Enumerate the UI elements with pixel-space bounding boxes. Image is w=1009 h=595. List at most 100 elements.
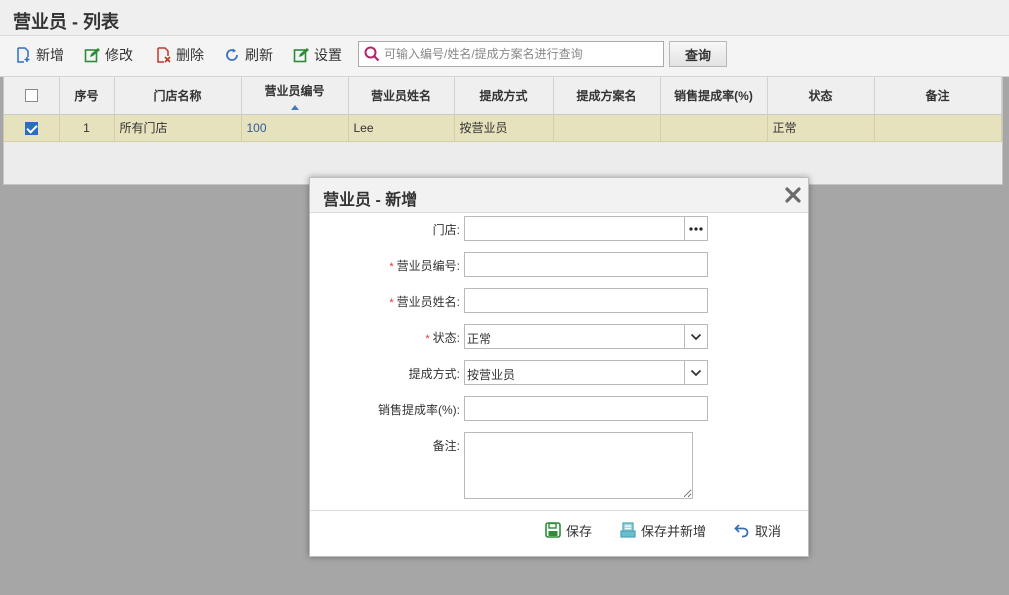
select-all-checkbox[interactable] [24, 89, 38, 103]
col-header-store[interactable]: 门店名称 [114, 77, 242, 115]
cell-method: 按营业员 [454, 114, 554, 142]
add-button[interactable]: 新增 [15, 44, 64, 66]
method-label: 提成方式: [408, 367, 460, 381]
edit-icon [84, 48, 100, 63]
method-select-value: 按营业员 [467, 368, 516, 382]
code-label-text: 营业员编号: [396, 259, 460, 273]
name-label-text: 营业员姓名: [396, 295, 460, 309]
method-dropdown-button[interactable] [684, 361, 707, 384]
col-header-code[interactable]: 营业员编号 [241, 77, 349, 115]
page-title: 营业员 - 列表 [13, 12, 119, 32]
cancel-button[interactable]: 取消 [734, 520, 781, 540]
search-box[interactable] [358, 41, 664, 67]
toolbar: 新增 修改 删除 刷新 设置 查询 [0, 36, 1009, 77]
col-header-plan[interactable]: 提成方案名 [553, 77, 661, 115]
code-row: * 营业员编号: [310, 252, 808, 277]
more-dots-icon [689, 226, 703, 231]
method-select[interactable]: 按营业员 [464, 360, 708, 385]
status-label: * 状态: [425, 329, 460, 346]
code-input[interactable] [465, 253, 707, 276]
name-label: * 营业员姓名: [389, 293, 460, 310]
cell-name: Lee [348, 114, 455, 142]
status-row: * 状态: 正常 [310, 324, 808, 349]
settings-button[interactable]: 设置 [293, 44, 342, 66]
rate-field[interactable] [464, 396, 708, 421]
table-row[interactable]: 1 所有门店 100 Lee 按营业员 正常 [4, 114, 1002, 142]
dialog-title: 营业员 - 新增 [323, 192, 418, 209]
sort-ascending-icon [290, 105, 299, 110]
rate-input[interactable] [465, 397, 707, 420]
grid-header-row: 序号 门店名称 营业员编号 营业员姓名 提成方式 提成方案名 销售提成率(%) … [4, 77, 1002, 115]
status-select-value: 正常 [467, 332, 492, 346]
save-icon [545, 522, 561, 538]
grid-table: 序号 门店名称 营业员编号 营业员姓名 提成方式 提成方案名 销售提成率(%) … [4, 77, 1002, 142]
close-icon[interactable] [784, 186, 802, 204]
store-field[interactable] [464, 216, 708, 241]
rate-label: 销售提成率(%): [378, 403, 460, 417]
cell-seq: 1 [59, 114, 115, 142]
status-dropdown-button[interactable] [684, 325, 707, 348]
delete-button[interactable]: 删除 [155, 44, 204, 66]
cell-store: 所有门店 [114, 114, 242, 142]
code-label: * 营业员编号: [389, 257, 460, 274]
search-input[interactable] [384, 47, 654, 61]
settings-edit-icon [293, 48, 309, 63]
query-button[interactable]: 查询 [669, 41, 727, 67]
dialog-header: 营业员 - 新增 [310, 178, 808, 213]
add-button-label: 新增 [36, 47, 64, 63]
name-input[interactable] [465, 289, 707, 312]
col-header-rate[interactable]: 销售提成率(%) [660, 77, 768, 115]
cell-remark [874, 114, 1002, 142]
remark-textarea[interactable] [464, 432, 693, 499]
col-header-remark[interactable]: 备注 [874, 77, 1002, 115]
store-picker-button[interactable] [684, 217, 707, 240]
save-and-new-button[interactable]: 保存并新增 [620, 520, 706, 540]
name-row: * 营业员姓名: [310, 288, 808, 313]
save-button[interactable]: 保存 [545, 520, 592, 540]
dialog-footer: 保存 保存并新增 取消 [310, 510, 808, 556]
refresh-button-label: 刷新 [245, 47, 273, 63]
cell-plan [553, 114, 661, 142]
save-new-icon [620, 522, 636, 538]
delete-button-label: 删除 [176, 47, 204, 63]
select-all-header[interactable] [4, 77, 60, 115]
col-header-status[interactable]: 状态 [767, 77, 875, 115]
edit-button-label: 修改 [105, 47, 133, 63]
refresh-button[interactable]: 刷新 [224, 44, 273, 66]
required-mark: * [389, 297, 394, 309]
required-mark: * [389, 261, 394, 273]
page-header: 营业员 - 列表 [0, 0, 1009, 36]
col-header-seq[interactable]: 序号 [59, 77, 115, 115]
status-label-text: 状态: [432, 331, 460, 345]
cell-code[interactable]: 100 [241, 114, 349, 142]
chevron-down-icon [690, 369, 702, 376]
settings-button-label: 设置 [314, 47, 342, 63]
row-checkbox[interactable] [24, 121, 38, 135]
col-header-name[interactable]: 营业员姓名 [348, 77, 455, 115]
cancel-button-label: 取消 [755, 523, 782, 539]
delete-document-icon [157, 47, 171, 63]
name-field[interactable] [464, 288, 708, 313]
search-icon [364, 46, 380, 62]
edit-button[interactable]: 修改 [84, 44, 133, 66]
code-field[interactable] [464, 252, 708, 277]
remark-label: 备注: [432, 439, 460, 453]
col-header-method[interactable]: 提成方式 [454, 77, 554, 115]
add-salesperson-dialog: 营业员 - 新增 门店: * 营业员编号: * 营业员姓名: * 状态: 正常 … [309, 177, 809, 557]
store-label: 门店: [432, 223, 460, 237]
cell-status: 正常 [767, 114, 875, 142]
refresh-icon [226, 48, 238, 61]
rate-row: 销售提成率(%): [310, 396, 808, 421]
row-select-cell[interactable] [4, 114, 60, 142]
remark-row: 备注: [310, 432, 808, 500]
chevron-down-icon [690, 333, 702, 340]
add-document-icon [17, 47, 30, 63]
save-button-label: 保存 [566, 523, 593, 539]
data-grid: 序号 门店名称 营业员编号 营业员姓名 提成方式 提成方案名 销售提成率(%) … [3, 77, 1003, 185]
store-input[interactable] [465, 217, 707, 240]
required-mark: * [425, 333, 430, 345]
cell-rate [660, 114, 768, 142]
store-row: 门店: [310, 216, 808, 241]
status-select[interactable]: 正常 [464, 324, 708, 349]
undo-icon [734, 524, 749, 538]
